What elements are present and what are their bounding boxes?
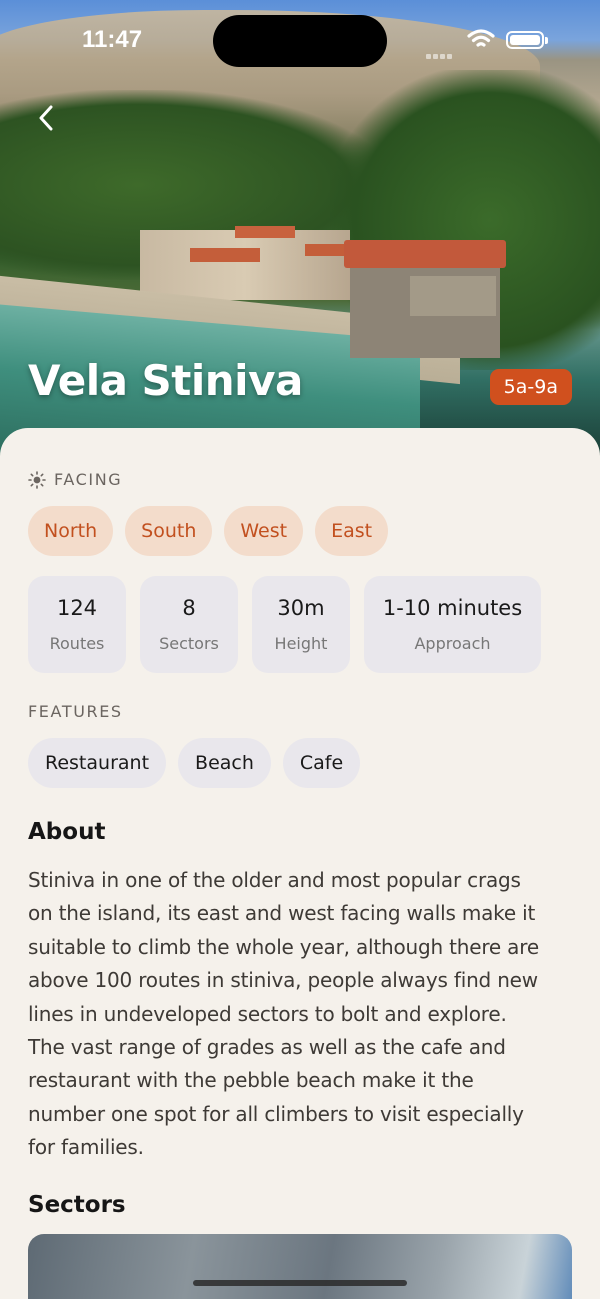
battery-icon [506,31,548,49]
feature-chip-beach[interactable]: Beach [178,738,271,788]
detail-sheet: FACING North South West East 124 Routes … [0,428,600,1299]
grade-badge: 5a-9a [489,369,572,405]
stat-card-approach: 1-10 minutes Approach [364,576,541,673]
about-line: suitable to climb the whole year, althou… [28,934,539,959]
sectors-heading: Sectors [28,1192,126,1218]
stat-label: Routes [49,634,105,653]
stat-card-height: 30m Height [252,576,350,673]
crag-title: Vela Stiniva [28,356,303,405]
status-time: 11:47 [82,26,143,53]
signal-icon [426,44,456,59]
sun-icon [28,471,46,489]
about-text: Stiniva in one of the older and most pop… [28,864,573,1165]
about-line: number one spot for all climbers to visi… [28,1101,524,1126]
stat-card-routes: 124 Routes [28,576,126,673]
stat-label: Sectors [159,634,219,653]
dynamic-island [213,15,387,67]
facing-chip-west[interactable]: West [224,506,304,556]
chevron-left-icon [39,105,53,131]
feature-chips: Restaurant Beach Cafe [28,738,361,788]
about-line: restaurant with the pebble beach make it… [28,1068,474,1093]
facing-chips: North South West East [28,506,389,556]
features-label: FEATURES [28,702,123,721]
about-line: for families. [28,1135,144,1160]
about-line: Stiniva in one of the older and most pop… [28,868,521,892]
about-line: lines in undeveloped sectors to bolt and… [28,1001,507,1026]
about-heading: About [28,819,106,845]
facing-chip-east[interactable]: East [315,506,389,556]
stat-card-sectors: 8 Sectors [140,576,238,673]
facing-chip-south[interactable]: South [125,506,213,556]
back-button[interactable] [28,98,64,138]
stat-value: 30m [277,596,325,620]
about-line: on the island, its east and west facing … [28,901,536,926]
stat-value: 8 [182,596,196,620]
feature-chip-restaurant[interactable]: Restaurant [28,738,167,788]
facing-chip-north[interactable]: North [28,506,114,556]
stat-value: 124 [56,596,98,620]
stat-label: Approach [414,634,491,653]
stat-value: 1-10 minutes [382,596,523,620]
feature-chip-cafe[interactable]: Cafe [282,738,361,788]
stats-row: 124 Routes 8 Sectors 30m Height 1-10 min… [28,576,541,673]
about-line: above 100 routes in stiniva, people alwa… [28,968,538,993]
sector-card-image[interactable] [28,1234,572,1299]
home-indicator[interactable] [193,1280,407,1286]
about-line: The vast range of grades as well as the … [28,1035,506,1060]
facing-label: FACING [54,470,123,489]
stat-label: Height [274,634,328,653]
wifi-icon [467,29,495,47]
